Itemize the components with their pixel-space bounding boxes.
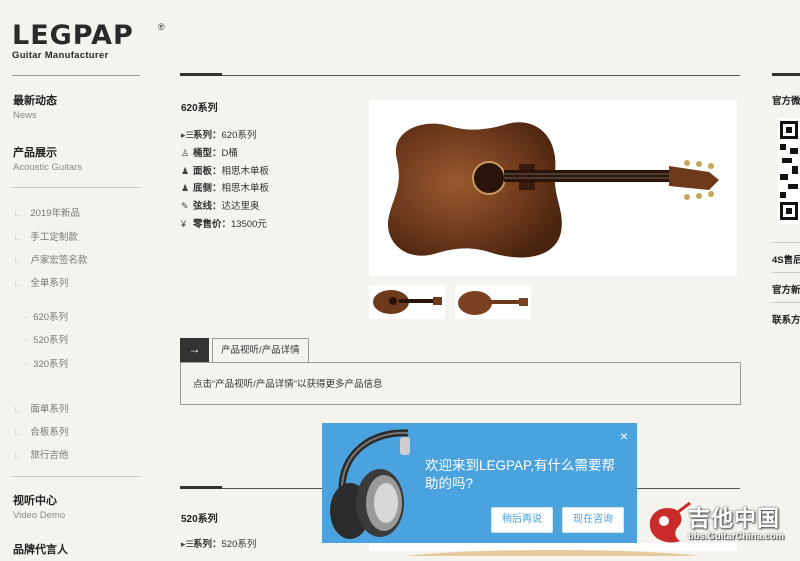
product-main-image[interactable]: [369, 100, 737, 276]
nav-item-label: 卢家宏签名款: [30, 255, 88, 266]
tab-panel-text: 点击“产品视听/产品详情”以获得更多产品信息: [193, 379, 383, 390]
nav-item-label: 旅行吉他: [30, 450, 69, 461]
headphones-icon: [330, 429, 410, 539]
nav-products[interactable]: 产品展示: [13, 144, 57, 160]
guitar-icon: ♟: [181, 183, 190, 193]
registered-mark: ®: [158, 22, 165, 32]
list-icon: ▸☰: [181, 539, 194, 549]
spec-value: 相思木单板: [221, 166, 270, 177]
nav-news-subtitle: News: [13, 110, 37, 121]
tab-product-details[interactable]: 产品视听/产品详情: [212, 338, 309, 363]
nav-item-laminate[interactable]: ∟ 合板系列: [13, 424, 68, 438]
watermark-name: 吉他中国: [688, 506, 781, 531]
link-4s-service[interactable]: 4S售后: [772, 252, 800, 266]
product-thumbnail[interactable]: [455, 285, 531, 319]
spec-value: 相思木单板: [221, 183, 270, 194]
product-title: 620系列: [181, 103, 218, 114]
nav-item-top-solid[interactable]: ∟ 面单系列: [13, 401, 68, 415]
nav-video[interactable]: 视听中心: [13, 492, 57, 508]
nav-item-custom[interactable]: ∟ 手工定制款: [13, 229, 78, 243]
nav-item-signature[interactable]: ∟ 卢家宏签名款: [13, 252, 87, 266]
nav-item-label: 手工定制款: [30, 232, 78, 243]
nav-subitem-label: 320系列: [33, 359, 69, 370]
nav-video-subtitle: Video Demo: [13, 510, 66, 521]
nav-subitem-label: 520系列: [33, 335, 69, 346]
chat-message: 欢迎来到LEGPAP,有什么需要帮助的吗?: [425, 458, 616, 491]
nav-news[interactable]: 最新动态: [13, 92, 57, 108]
nav-item-label: 全单系列: [30, 278, 69, 289]
nav-item-travel[interactable]: ∟ 旅行吉他: [13, 447, 68, 461]
guitarchina-watermark: 吉他中国 bbs.GuitarChina.com: [644, 497, 796, 547]
divider: [12, 75, 140, 76]
divider: [772, 302, 800, 303]
divider: [12, 187, 140, 188]
spec-label: 面板：: [193, 166, 222, 177]
product2-title: 520系列: [181, 514, 218, 525]
nav-item-all-solid[interactable]: ∟ 全单系列: [13, 275, 68, 289]
nav-subitem-520[interactable]: -520系列: [24, 332, 68, 346]
guitar-back-thumb: [458, 291, 528, 315]
spec-strings: ✎ 弦线：达达里奥: [181, 198, 260, 214]
section-divider: [180, 75, 740, 76]
strings-icon: ✎: [181, 201, 189, 211]
section-divider-accent: [180, 486, 222, 489]
guitar-front-thumb: [373, 290, 442, 314]
spec-label: 系列：: [193, 130, 222, 141]
yen-icon: ¥: [181, 219, 187, 229]
link-contact[interactable]: 联系方: [772, 312, 800, 326]
spec-top: ♟ 面板：相思木单板: [181, 163, 269, 179]
tab-panel: 点击“产品视听/产品详情”以获得更多产品信息: [180, 362, 741, 405]
spec-label: 桶型：: [193, 148, 222, 159]
chat-popup: × 欢迎来到LEGPAP,有什么需要帮助的吗? 稍后再说 现在咨询: [322, 423, 637, 543]
nav-subitem-label: 620系列: [33, 312, 69, 323]
link-official-news[interactable]: 官方新: [772, 282, 800, 296]
nav-products-subtitle: Acoustic Guitars: [13, 162, 83, 173]
section-divider-accent: [180, 73, 222, 76]
divider: [772, 272, 800, 273]
spec-price: ¥ 零售价：13500元: [181, 216, 267, 232]
logo-wordmark: LEGPAP: [12, 20, 134, 51]
nav-subitem-620[interactable]: -620系列: [24, 309, 68, 323]
guitar-body-icon: ♙: [181, 148, 190, 158]
guitar-icon: ♟: [181, 166, 190, 176]
consult-now-button[interactable]: 现在咨询: [562, 507, 624, 533]
nav-subitem-320[interactable]: -320系列: [24, 356, 68, 370]
spec-label: 零售价：: [193, 219, 232, 230]
watermark-url: bbs.GuitarChina.com: [688, 531, 785, 542]
divider-accent: [772, 73, 800, 76]
spec-value: 13500元: [231, 219, 267, 230]
list-icon: ▸☰: [181, 130, 194, 140]
tab-arrow-button[interactable]: →: [180, 338, 209, 362]
spec-value: 达达里奥: [221, 201, 260, 212]
spec-value: 620系列: [221, 130, 257, 141]
nav-item-label: 2019年新品: [30, 208, 80, 219]
later-button[interactable]: 稍后再说: [491, 507, 553, 533]
qr-code: [778, 118, 800, 224]
spec-body: ♙ 桶型：D桶: [181, 145, 238, 161]
guitar-image: [383, 550, 723, 561]
nav-item-label: 面单系列: [30, 404, 69, 415]
spec-label: 系列：: [193, 539, 222, 550]
spec-series-2: ▸☰系列：520系列: [181, 536, 256, 552]
spec-label: 底侧：: [193, 183, 222, 194]
guitar-image: [387, 122, 719, 258]
nav-item-2019-new[interactable]: ∟ 2019年新品: [13, 205, 80, 219]
logo-tagline: Guitar Manufacturer: [12, 50, 109, 61]
spec-value: 520系列: [221, 539, 257, 550]
official-wechat-label: 官方微: [772, 96, 800, 107]
divider: [772, 242, 800, 243]
nav-item-label: 合板系列: [30, 427, 69, 438]
divider: [12, 476, 140, 477]
spec-label: 弦线：: [193, 201, 222, 212]
close-icon[interactable]: ×: [620, 428, 628, 444]
spec-series: ▸☰系列：620系列: [181, 127, 256, 143]
product-thumbnail[interactable]: [369, 285, 445, 319]
brand-logo[interactable]: LEGPAP ® Guitar Manufacturer: [12, 20, 165, 62]
spec-back-sides: ♟ 底侧：相思木单板: [181, 180, 269, 196]
nav-endorser[interactable]: 品牌代言人: [13, 541, 68, 557]
spec-value: D桶: [221, 148, 238, 159]
